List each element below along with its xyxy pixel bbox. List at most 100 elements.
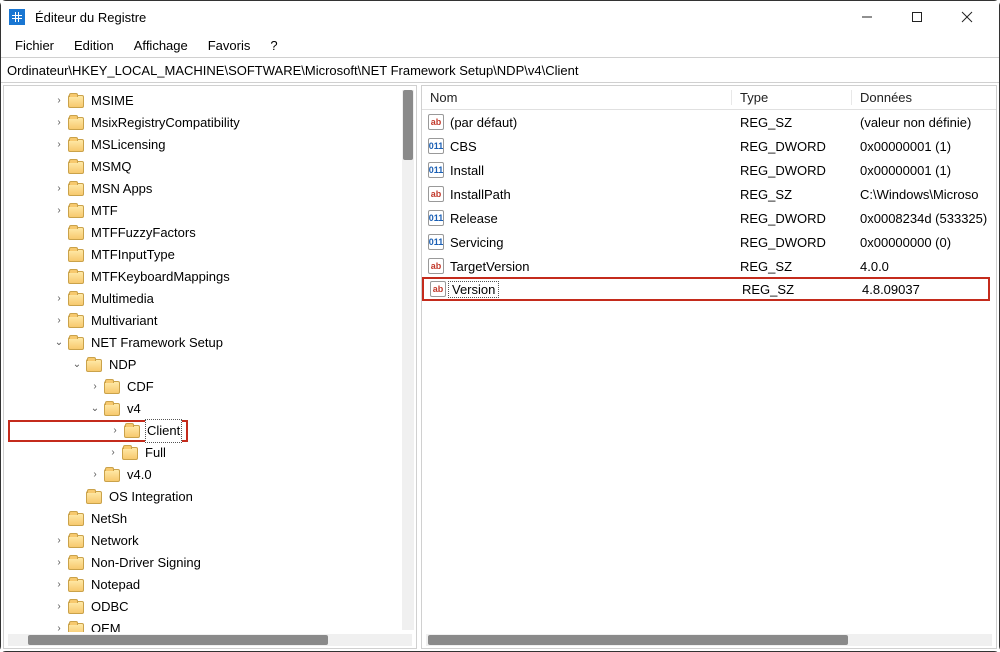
tree-node[interactable]: MTFFuzzyFactors (8, 222, 416, 244)
value-data: C:\Windows\Microso (852, 187, 996, 202)
tree-node[interactable]: ›MsixRegistryCompatibility (8, 112, 416, 134)
tree-horizontal-scrollbar[interactable] (8, 634, 412, 646)
folder-icon (68, 227, 84, 240)
values-list[interactable]: ab(par défaut)REG_SZ(valeur non définie)… (422, 110, 996, 632)
tree-node[interactable]: NetSh (8, 508, 416, 530)
tree-node-label: MTFInputType (89, 244, 177, 266)
chevron-right-icon[interactable]: › (52, 552, 66, 574)
registry-tree[interactable]: ›MSIME›MsixRegistryCompatibility›MSLicen… (4, 86, 416, 632)
value-type: REG_DWORD (732, 139, 852, 154)
list-row[interactable]: 011CBSREG_DWORD0x00000001 (1) (422, 134, 996, 158)
menu-help[interactable]: ? (270, 38, 277, 53)
tree-vertical-scrollbar[interactable] (402, 90, 414, 630)
tree-node[interactable]: › MSN Apps (8, 178, 416, 200)
menu-file[interactable]: Fichier (15, 38, 54, 53)
dword-value-icon: 011 (428, 210, 444, 226)
tree-node[interactable]: ›Notepad (8, 574, 416, 596)
tree-node[interactable]: ⌄NET Framework Setup (8, 332, 416, 354)
list-row[interactable]: 011ServicingREG_DWORD0x00000000 (0) (422, 230, 996, 254)
chevron-down-icon[interactable]: ⌄ (88, 398, 102, 420)
tree-node[interactable]: ›MTF (8, 200, 416, 222)
folder-icon (68, 117, 84, 130)
list-row[interactable]: abInstallPathREG_SZC:\Windows\Microso (422, 182, 996, 206)
tree-node-label: MTFKeyboardMappings (89, 266, 232, 288)
tree-node[interactable]: ›Client (8, 420, 188, 442)
tree-node-label: Multimedia (89, 288, 156, 310)
close-button[interactable] (953, 3, 981, 31)
chevron-right-icon[interactable]: › (52, 178, 66, 200)
tree-node[interactable]: OS Integration (8, 486, 416, 508)
tree-node[interactable]: › ODBC (8, 596, 416, 618)
menu-edit[interactable]: Edition (74, 38, 114, 53)
folder-icon (68, 337, 84, 350)
folder-icon (104, 381, 120, 394)
address-bar[interactable]: Ordinateur\HKEY_LOCAL_MACHINE\SOFTWARE\M… (1, 57, 999, 83)
chevron-right-icon[interactable]: › (52, 134, 66, 156)
value-type: REG_DWORD (732, 235, 852, 250)
chevron-right-icon[interactable]: › (52, 618, 66, 632)
tree-node[interactable]: › Multivariant (8, 310, 416, 332)
tree-node[interactable]: ›Network (8, 530, 416, 552)
chevron-right-icon[interactable]: › (108, 420, 122, 442)
list-row[interactable]: abTargetVersionREG_SZ4.0.0 (422, 254, 996, 278)
tree-node-label: ODBC (89, 596, 131, 618)
tree-node[interactable]: MSMQ (8, 156, 416, 178)
folder-icon (68, 95, 84, 108)
list-row[interactable]: abVersionREG_SZ4.8.09037 (422, 277, 990, 301)
maximize-button[interactable] (903, 3, 931, 31)
list-row[interactable]: 011InstallREG_DWORD0x00000001 (1) (422, 158, 996, 182)
chevron-right-icon[interactable]: › (106, 442, 120, 464)
value-type: REG_SZ (734, 282, 854, 297)
folder-icon (86, 491, 102, 504)
tree-node[interactable]: ›Non-Driver Signing (8, 552, 416, 574)
chevron-down-icon[interactable]: ⌄ (70, 354, 84, 376)
chevron-right-icon[interactable]: › (52, 288, 66, 310)
chevron-down-icon[interactable]: ⌄ (52, 332, 66, 354)
tree-node[interactable]: ⌄NDP (8, 354, 416, 376)
column-header-name[interactable]: Nom (422, 90, 732, 105)
scrollbar-thumb[interactable] (428, 635, 848, 645)
tree-node[interactable]: › Full (8, 442, 416, 464)
folder-icon (68, 535, 84, 548)
string-value-icon: ab (430, 281, 446, 297)
chevron-right-icon[interactable]: › (52, 530, 66, 552)
tree-node-label: Multivariant (89, 310, 159, 332)
chevron-right-icon[interactable]: › (52, 596, 66, 618)
menu-favorites[interactable]: Favoris (208, 38, 251, 53)
folder-icon (68, 161, 84, 174)
value-data: (valeur non définie) (852, 115, 996, 130)
tree-node[interactable]: ›CDF (8, 376, 416, 398)
list-row[interactable]: 011ReleaseREG_DWORD0x0008234d (533325) (422, 206, 996, 230)
tree-node[interactable]: MTFKeyboardMappings (8, 266, 416, 288)
chevron-right-icon[interactable]: › (52, 90, 66, 112)
tree-node[interactable]: ⌄v4 (8, 398, 416, 420)
tree-node[interactable]: ›v4.0 (8, 464, 416, 486)
chevron-right-icon[interactable]: › (88, 464, 102, 486)
list-row[interactable]: ab(par défaut)REG_SZ(valeur non définie) (422, 110, 996, 134)
scrollbar-thumb[interactable] (28, 635, 328, 645)
tree-node[interactable]: ›MSLicensing (8, 134, 416, 156)
column-header-data[interactable]: Données (852, 90, 996, 105)
folder-icon (68, 139, 84, 152)
menu-view[interactable]: Affichage (134, 38, 188, 53)
chevron-right-icon[interactable]: › (52, 200, 66, 222)
scrollbar-thumb[interactable] (403, 90, 413, 160)
chevron-right-icon[interactable]: › (52, 574, 66, 596)
column-header-type[interactable]: Type (732, 90, 852, 105)
chevron-right-icon[interactable]: › (52, 310, 66, 332)
list-horizontal-scrollbar[interactable] (426, 634, 992, 646)
tree-node-label: MTFFuzzyFactors (89, 222, 198, 244)
value-name: Version (448, 281, 499, 298)
chevron-right-icon[interactable]: › (52, 112, 66, 134)
tree-node[interactable]: ›OEM (8, 618, 416, 632)
tree-node[interactable]: MTFInputType (8, 244, 416, 266)
chevron-right-icon[interactable]: › (88, 376, 102, 398)
value-type: REG_SZ (732, 115, 852, 130)
folder-icon (68, 205, 84, 218)
tree-node[interactable]: › Multimedia (8, 288, 416, 310)
tree-node-label: MSN Apps (89, 178, 154, 200)
value-data: 0x00000000 (0) (852, 235, 996, 250)
tree-node-label: Full (143, 442, 168, 464)
minimize-button[interactable] (853, 3, 881, 31)
tree-node[interactable]: ›MSIME (8, 90, 416, 112)
